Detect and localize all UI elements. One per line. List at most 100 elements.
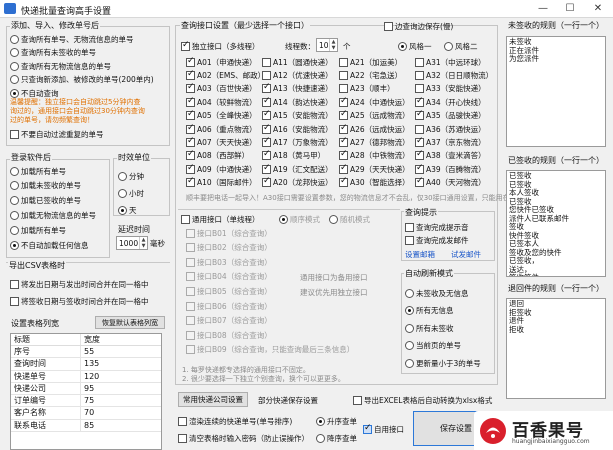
interface-a36[interactable]: A36（苏通快运）	[415, 123, 486, 135]
radio-button[interactable]	[10, 166, 19, 176]
export-xlsx-checkbox[interactable]: 导出EXCEL表格后自动转换为xlsx格式	[353, 394, 492, 406]
cell-width[interactable]: 85	[81, 420, 161, 431]
radio-button[interactable]	[405, 306, 414, 315]
table-row[interactable]: 快递公司 95	[11, 382, 161, 396]
asc-radio[interactable]: 升序查单	[316, 415, 357, 427]
radio-button[interactable]	[405, 341, 414, 350]
login-option-6[interactable]: 不自动加载任何信息	[10, 239, 89, 251]
general-interface-2[interactable]: 接口B02（综合查询）	[186, 242, 272, 254]
checkbox-box[interactable]	[339, 163, 348, 174]
interface-a11[interactable]: A11（圆通快递）	[262, 56, 333, 68]
checkbox-box[interactable]	[262, 57, 271, 67]
checkbox-box[interactable]	[10, 129, 19, 139]
checkbox-box[interactable]	[186, 136, 195, 147]
interface-a04[interactable]: A04（较鲜物流）	[186, 96, 257, 108]
general-interface-7[interactable]: 接口B07（综合查询）	[186, 315, 272, 327]
interface-a26[interactable]: A26（远成快运）	[339, 123, 410, 135]
test-mail-link[interactable]: 试发邮件	[451, 248, 481, 260]
interface-a34[interactable]: A34（开心快线）	[415, 96, 486, 108]
general-interface-3[interactable]: 接口B03（综合查询）	[186, 256, 272, 268]
checkbox-box[interactable]	[262, 163, 271, 174]
spin-arrows-icon[interactable]: ▲ ▼	[139, 237, 147, 249]
interface-a01[interactable]: A01（申通快递）	[186, 56, 257, 68]
login-option-2[interactable]: 加载未签收的单号	[10, 180, 81, 192]
cell-width[interactable]: 55	[81, 346, 161, 357]
interface-a10[interactable]: A10（国际邮件）	[186, 176, 257, 189]
checkbox-box[interactable]	[186, 330, 195, 340]
general-interface-1[interactable]: 接口B01（综合查询）	[186, 227, 272, 239]
desc-radio[interactable]: 降序查单	[316, 432, 357, 444]
checkbox-box[interactable]	[186, 123, 195, 134]
radio-button[interactable]	[10, 240, 19, 250]
partial-courier-setting[interactable]: 部分快递保存设置	[258, 394, 318, 406]
checkbox-box[interactable]	[415, 124, 424, 134]
checkbox-box[interactable]	[186, 176, 195, 188]
interface-a21[interactable]: A21（加运美）	[339, 56, 402, 68]
checkbox-box[interactable]	[339, 136, 348, 147]
checkbox-box[interactable]	[415, 176, 424, 188]
general-interface-8[interactable]: 接口B08（综合查询）	[186, 329, 272, 341]
checkbox-box[interactable]	[262, 136, 271, 147]
checkbox-box[interactable]	[186, 301, 195, 311]
checkbox-box[interactable]	[186, 56, 195, 67]
close-button[interactable]: ✕	[587, 1, 609, 16]
merge-sign-checkbox[interactable]: 将签收日期与签收时间合并在同一格中	[10, 295, 149, 307]
add-option-4[interactable]: 只查询新添加、被修改的单号(200单内)	[10, 74, 154, 86]
checkbox-box[interactable]	[186, 257, 195, 267]
interface-a12[interactable]: A12（优速快递）	[262, 69, 333, 81]
interface-a28[interactable]: A28（中铁物流）	[339, 149, 410, 162]
side-query-checkbox[interactable]: 边查询边保存(慢)	[384, 20, 453, 32]
interface-a30[interactable]: A30（智能选择）	[339, 176, 410, 189]
independent-checkbox[interactable]: 独立接口（多线程）	[181, 40, 260, 52]
radio-button[interactable]	[10, 225, 19, 235]
checkbox-box[interactable]	[339, 96, 348, 107]
radio-button[interactable]	[10, 61, 19, 71]
spin-arrows-icon[interactable]: ▲ ▼	[329, 39, 337, 51]
interface-a37[interactable]: A37（京东物流）	[415, 136, 486, 148]
checkbox-box[interactable]	[339, 176, 348, 188]
checkbox-box[interactable]	[186, 272, 195, 282]
interface-a25[interactable]: A25（远成物流）	[339, 109, 410, 122]
interface-a09[interactable]: A09（中通快递）	[186, 163, 257, 175]
login-option-3[interactable]: 加载已签收的单号	[10, 195, 81, 207]
interface-a07[interactable]: A07（天天快递）	[186, 136, 257, 148]
tip-mail-checkbox[interactable]: 查询完成发邮件	[405, 234, 469, 246]
checkbox-box[interactable]	[186, 286, 195, 296]
checkbox-box[interactable]	[186, 69, 195, 80]
set-mail-link[interactable]: 设置邮箱	[405, 248, 435, 260]
checkbox-box[interactable]	[186, 316, 195, 326]
time-unit-1[interactable]: 分钟	[118, 170, 144, 182]
interface-a15[interactable]: A15（安能物流）	[262, 109, 333, 122]
radio-button[interactable]	[10, 48, 19, 57]
checkbox-box[interactable]	[186, 109, 195, 121]
tip-sound-checkbox[interactable]: 查询完成提示音	[405, 221, 469, 233]
add-option-1[interactable]: 查询所有单号、无物流信息的单号	[10, 33, 134, 45]
filter-duplicate-checkbox[interactable]: 不要自动过滤重复的单号	[10, 128, 104, 140]
radio-button[interactable]	[10, 34, 19, 44]
table-row[interactable]: 查询时间 135	[11, 358, 161, 371]
checkbox-box[interactable]	[186, 345, 195, 355]
radio-button[interactable]	[118, 171, 127, 181]
return-rule-textarea[interactable]: 退回 拒签收 退件 拒收	[506, 298, 606, 399]
checkbox-box[interactable]	[262, 70, 271, 80]
checkbox-box[interactable]	[262, 176, 271, 188]
radio-button[interactable]	[10, 196, 19, 206]
interface-a19[interactable]: A19（汇文配送）	[262, 163, 333, 175]
checkbox-box[interactable]	[415, 96, 424, 107]
style-two-radio[interactable]: 风格二	[444, 40, 478, 52]
interface-a29[interactable]: A29（天天快递）	[339, 163, 410, 175]
table-row[interactable]: 客户名称 70	[11, 407, 161, 420]
cell-width[interactable]: 120	[81, 371, 161, 382]
interface-a27[interactable]: A27（德邦物流）	[339, 136, 410, 148]
checkbox-box[interactable]	[262, 109, 271, 121]
refresh-option-1[interactable]: 未签收及无信息	[405, 287, 469, 299]
refresh-option-2[interactable]: 所有无信息	[405, 305, 454, 317]
cell-width[interactable]: 75	[81, 395, 161, 406]
common-courier-button[interactable]: 常用快递公司设置	[178, 392, 248, 407]
interface-a24[interactable]: A24（中通快运）	[339, 96, 410, 108]
general-interface-9[interactable]: 接口B09（综合查询，只能查询最后三条信息）	[186, 344, 354, 356]
radio-button[interactable]	[118, 205, 127, 215]
login-option-5[interactable]: 加载所有单号	[10, 224, 66, 236]
reset-width-button[interactable]: 恢复默认表格列宽	[95, 316, 165, 329]
checkbox-box[interactable]	[186, 228, 195, 238]
